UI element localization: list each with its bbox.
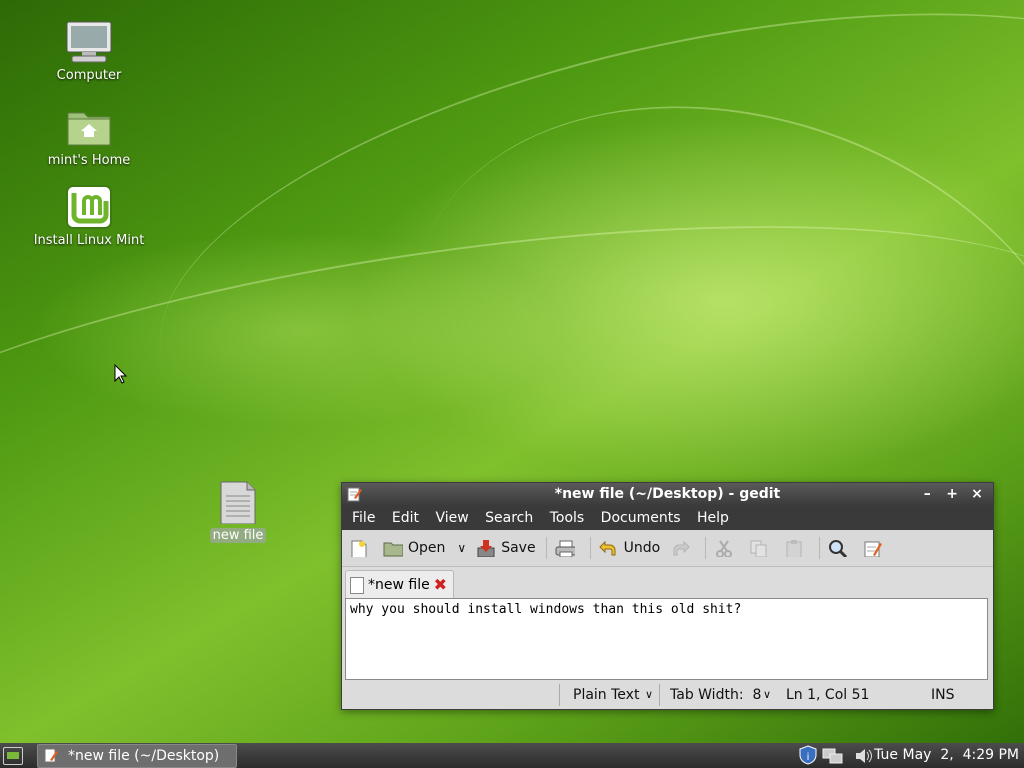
- toolbar: Open ∨ Save Undo: [342, 530, 993, 567]
- paste-icon: [786, 540, 802, 557]
- document-tabs: *new file ✖: [342, 567, 993, 599]
- cut-button[interactable]: [714, 539, 739, 557]
- cut-icon: [716, 540, 733, 557]
- text-editor[interactable]: why you should install windows than this…: [345, 598, 988, 680]
- linux-mint-logo-icon: [64, 185, 114, 229]
- minimize-button[interactable]: –: [917, 483, 937, 506]
- insert-mode: INS: [920, 684, 990, 706]
- copy-button[interactable]: [749, 539, 774, 557]
- find-replace-icon: [864, 541, 883, 557]
- save-button[interactable]: Save: [476, 539, 536, 557]
- menu-help[interactable]: Help: [691, 510, 735, 526]
- undo-label: Undo: [623, 540, 661, 556]
- insert-mode-label: INS: [931, 687, 955, 703]
- toolbar-separator: [545, 537, 547, 559]
- position-label: Ln 1, Col 51: [786, 687, 870, 703]
- computer-icon: [64, 20, 114, 64]
- cursor-position: Ln 1, Col 51: [776, 684, 916, 706]
- desktop-icon-new-file[interactable]: new file: [178, 480, 298, 543]
- maximize-button[interactable]: +: [942, 483, 962, 506]
- taskbar-item-label: *new file (~/Desktop) ...: [68, 748, 220, 764]
- toolbar-separator: [705, 537, 707, 559]
- toolbar-separator: [819, 537, 821, 559]
- close-button[interactable]: ×: [967, 483, 987, 506]
- print-button[interactable]: [555, 539, 580, 557]
- open-label: Open: [408, 540, 446, 556]
- undo-icon: [598, 540, 616, 556]
- language-label: Plain Text: [573, 687, 640, 703]
- chevron-down-icon[interactable]: ∨: [457, 541, 466, 555]
- tab-width-selector[interactable]: Tab Width: 8 ∨: [659, 684, 775, 706]
- new-document-button[interactable]: [348, 539, 373, 557]
- search-icon: [829, 540, 848, 557]
- tab-new-file[interactable]: *new file ✖: [345, 570, 454, 599]
- window-titlebar[interactable]: *new file (~/Desktop) - gedit – + ×: [342, 483, 993, 506]
- open-button[interactable]: Open ∨: [383, 539, 466, 557]
- desktop-icon-computer[interactable]: Computer: [29, 20, 149, 83]
- new-document-icon: [351, 540, 367, 557]
- chevron-down-icon: ∨: [644, 688, 653, 701]
- open-folder-icon: [383, 542, 403, 557]
- desktop-icon-home[interactable]: mint's Home: [29, 105, 149, 168]
- bottom-panel: *new file (~/Desktop) ... i Tue May 2, 4…: [0, 743, 1024, 768]
- svg-text:i: i: [807, 752, 810, 763]
- paste-button[interactable]: [784, 539, 809, 557]
- gedit-window[interactable]: *new file (~/Desktop) - gedit – + × File…: [341, 482, 994, 710]
- menu-file[interactable]: File: [346, 510, 381, 526]
- menu-edit[interactable]: Edit: [386, 510, 425, 526]
- menu-view[interactable]: View: [429, 510, 474, 526]
- desktop-icon-install-mint[interactable]: Install Linux Mint: [29, 185, 149, 248]
- statusbar: Plain Text ∨ Tab Width: 8 ∨ Ln 1, Col 51…: [342, 683, 993, 707]
- desktop-icon-label: mint's Home: [47, 153, 131, 168]
- text-file-icon: [213, 480, 263, 525]
- document-icon: [350, 577, 364, 594]
- taskbar-item-gedit[interactable]: *new file (~/Desktop) ...: [37, 744, 237, 768]
- editor-text: why you should install windows than this…: [350, 602, 742, 617]
- close-tab-icon[interactable]: ✖: [434, 571, 447, 599]
- gedit-app-icon: [44, 748, 58, 763]
- copy-icon: [750, 540, 767, 557]
- gedit-app-icon: [347, 487, 362, 502]
- printer-icon: [555, 540, 575, 557]
- tab-width-label: Tab Width: 8: [670, 687, 762, 703]
- redo-icon: [673, 540, 690, 556]
- menu-documents[interactable]: Documents: [595, 510, 687, 526]
- menu-tools[interactable]: Tools: [544, 510, 591, 526]
- menu-search[interactable]: Search: [479, 510, 539, 526]
- desktop-icon-label: Computer: [56, 68, 122, 83]
- chevron-down-icon: ∨: [762, 688, 771, 701]
- toolbar-separator: [589, 537, 591, 559]
- desktop-icon-label: Install Linux Mint: [33, 233, 145, 248]
- tab-label: *new file: [368, 577, 430, 593]
- language-selector[interactable]: Plain Text ∨: [559, 684, 657, 706]
- volume-icon[interactable]: [854, 746, 874, 766]
- save-label: Save: [501, 540, 536, 556]
- desktop-icon-label: new file: [209, 528, 267, 543]
- find-button[interactable]: [828, 539, 853, 557]
- clock[interactable]: Tue May 2, 4:29 PM: [874, 743, 1019, 768]
- undo-button[interactable]: Undo: [598, 539, 661, 557]
- replace-button[interactable]: [863, 539, 888, 557]
- network-icon[interactable]: [822, 746, 844, 766]
- save-icon: [477, 540, 495, 557]
- redo-button[interactable]: [670, 539, 695, 557]
- home-folder-icon: [64, 105, 114, 149]
- start-menu-icon[interactable]: [3, 747, 23, 765]
- menubar: File Edit View Search Tools Documents He…: [342, 506, 993, 530]
- update-shield-icon[interactable]: i: [798, 745, 818, 765]
- window-title: *new file (~/Desktop) - gedit: [554, 486, 781, 502]
